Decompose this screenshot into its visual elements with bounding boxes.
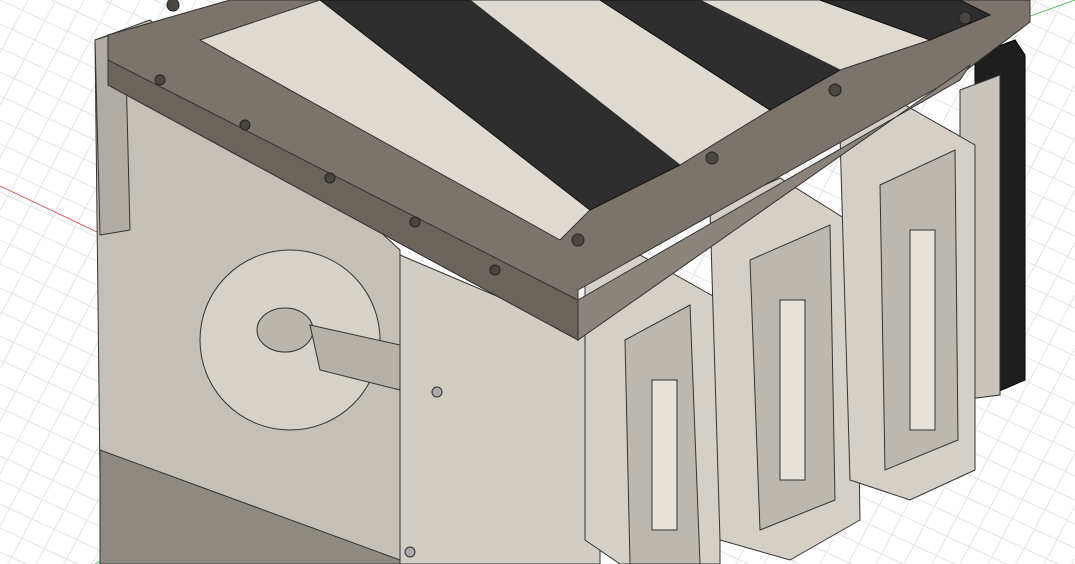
cad-viewport[interactable] — [0, 0, 1075, 564]
drive-bay-3 — [839, 104, 976, 501]
y-axis-line-far — [1024, 0, 1075, 19]
grid-line — [1015, 452, 1075, 564]
grid-line — [1031, 0, 1075, 21]
drive-bay-2 — [709, 177, 861, 561]
hub-hole — [256, 307, 314, 353]
model-canvas[interactable] — [0, 0, 1075, 564]
grid-line — [1043, 505, 1075, 564]
grid-line — [987, 400, 1075, 564]
screw — [404, 546, 416, 558]
screw — [431, 386, 443, 398]
grid-line — [0, 0, 57, 106]
grid-line — [0, 0, 85, 159]
